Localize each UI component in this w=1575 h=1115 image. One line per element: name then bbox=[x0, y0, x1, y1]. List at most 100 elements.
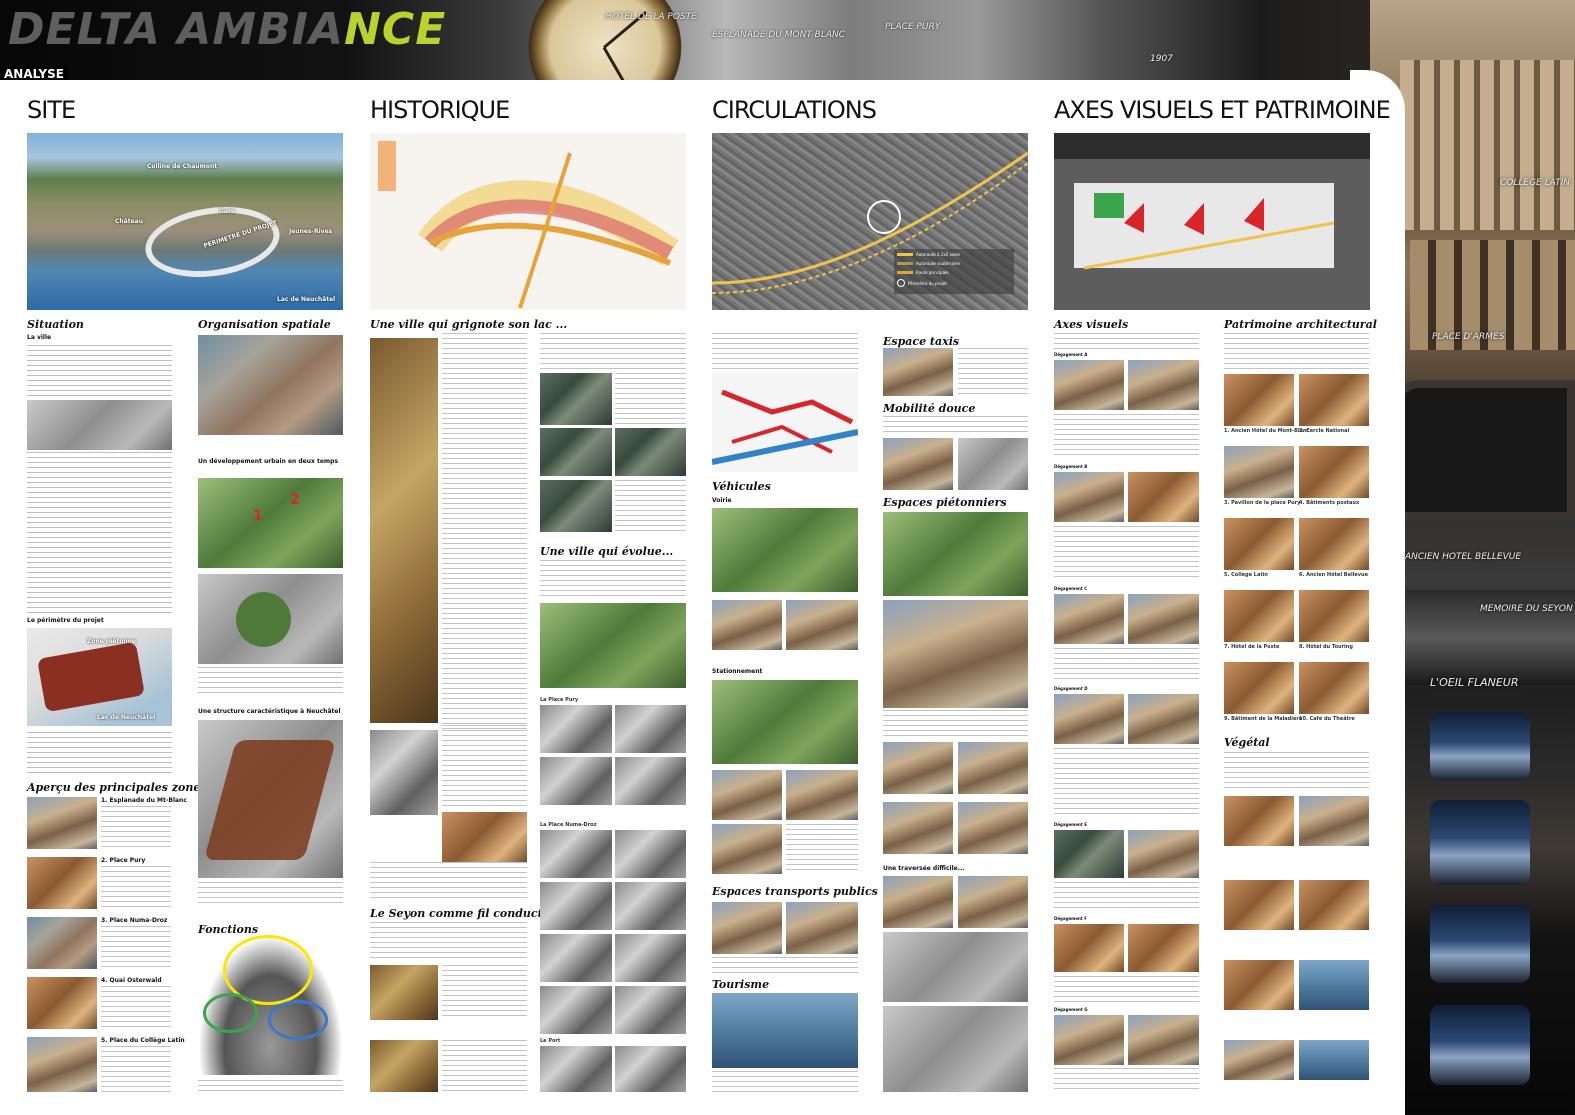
historic-photo bbox=[442, 812, 527, 862]
header-banner: DELTA AMBIANCE HOTEL DE LA POSTE ESPLANA… bbox=[0, 0, 1575, 80]
text-block bbox=[442, 965, 527, 1020]
history-photo bbox=[615, 428, 686, 476]
old-photo bbox=[615, 882, 686, 930]
building-photo bbox=[1299, 590, 1369, 642]
fonctions-diagram bbox=[198, 935, 343, 1075]
lake-photo bbox=[1430, 800, 1530, 885]
banner-label: PLACE PURY bbox=[885, 22, 941, 32]
pietons-photo bbox=[883, 600, 1028, 708]
text-block bbox=[101, 1046, 171, 1092]
vegetation-photo bbox=[1224, 880, 1294, 930]
photo-caption: La Place Pury bbox=[540, 697, 579, 703]
zone-photo bbox=[27, 797, 97, 849]
historical-maps-stack bbox=[370, 338, 438, 723]
pietons-photo bbox=[958, 802, 1028, 854]
text-block bbox=[712, 957, 858, 975]
subtitle-grignote: Une ville qui grignote son lac ... bbox=[370, 318, 568, 331]
subtitle-taxis: Espace taxis bbox=[883, 335, 960, 348]
old-photo bbox=[540, 757, 612, 805]
banner-label: 1907 bbox=[1150, 54, 1173, 64]
lake-photo bbox=[1430, 905, 1530, 983]
degagement-label: Dégagement A bbox=[1054, 352, 1088, 357]
text-block bbox=[1224, 333, 1369, 371]
degagement-photo bbox=[1128, 360, 1199, 410]
pietons-photo bbox=[883, 742, 953, 794]
degagement-photo bbox=[1054, 594, 1124, 644]
subtitle-axes: Axes visuels bbox=[1054, 318, 1129, 331]
subtitle-vegetal: Végétal bbox=[1224, 736, 1270, 749]
old-photo bbox=[540, 705, 612, 753]
history-photo bbox=[540, 373, 612, 425]
subtitle-apercu: Aperçu des principales zones bbox=[27, 781, 207, 794]
text-block bbox=[1054, 526, 1199, 580]
building-photo bbox=[1299, 662, 1369, 714]
circulation-detail-svg bbox=[711, 389, 859, 465]
degagement-label: Dégagement D bbox=[1054, 686, 1088, 691]
text-block bbox=[712, 333, 858, 369]
legend-item: Périmètre du projet bbox=[897, 279, 1011, 287]
traversee-photo bbox=[883, 876, 953, 928]
evolution-map bbox=[540, 603, 686, 688]
traversee-photo bbox=[883, 1006, 1028, 1092]
section-title-historique: HISTORIQUE bbox=[370, 96, 510, 124]
building-photo bbox=[1299, 518, 1369, 570]
old-photo bbox=[615, 830, 686, 878]
site-map-gray bbox=[27, 400, 172, 450]
subtitle-pietons: Espaces piétonniers bbox=[883, 496, 1007, 509]
lake-photo bbox=[1430, 1005, 1530, 1085]
subtitle-situation: Situation bbox=[27, 318, 84, 331]
text-block bbox=[1054, 414, 1199, 459]
degagement-photo bbox=[1128, 924, 1199, 972]
text-block bbox=[1054, 333, 1199, 351]
old-photo bbox=[615, 986, 686, 1034]
building-label: 9. Bâtiment de la Maladière bbox=[1224, 716, 1303, 722]
label-traversee: Une traversée difficile... bbox=[883, 865, 965, 872]
building-label: 1. Ancien Hôtel du Mont-Blanc bbox=[1224, 428, 1310, 434]
vegetation-photo bbox=[1299, 1040, 1369, 1080]
building-label: 3. Pavillon de la place Pury bbox=[1224, 500, 1301, 506]
axes-map bbox=[1054, 133, 1370, 310]
axes-map-svg bbox=[1074, 183, 1335, 270]
pietons-map bbox=[883, 512, 1028, 596]
parking-photo bbox=[712, 770, 782, 820]
banner-label: ESPLANADE DU MONT BLANC bbox=[712, 30, 846, 40]
history-photo bbox=[540, 428, 612, 476]
bike-photo bbox=[958, 438, 1028, 490]
taxi-photo bbox=[883, 348, 953, 396]
vehicle-photo bbox=[712, 600, 782, 650]
history-photo bbox=[540, 480, 612, 532]
label-stationnement: Stationnement bbox=[712, 668, 763, 675]
degagement-photo bbox=[1128, 594, 1199, 644]
strip-caption: COLLEGE LATIN bbox=[1500, 178, 1571, 188]
building-label: 8. Hôtel du Touring bbox=[1299, 644, 1353, 650]
text-block bbox=[442, 725, 527, 810]
building-label: 6. Ancien Hôtel Bellevue bbox=[1299, 572, 1369, 578]
aerial-photo-site: Colline de Chaumont Château Gare Jeunes-… bbox=[27, 133, 343, 310]
subtitle-transports: Espaces transports publics bbox=[712, 885, 878, 898]
degagement-photo bbox=[1054, 472, 1124, 522]
legend-item: Autoroute à 2x2 voies bbox=[897, 252, 1011, 257]
text-block bbox=[1054, 748, 1199, 818]
parking-photo bbox=[786, 770, 858, 820]
text-block bbox=[442, 1040, 527, 1092]
zone-photo bbox=[27, 917, 97, 969]
building-label: 5. Collège Latin bbox=[1224, 572, 1268, 578]
legend-item: Autoroute souterraine bbox=[897, 261, 1011, 266]
text-block bbox=[1054, 1068, 1199, 1092]
transport-photo bbox=[712, 902, 782, 954]
seyon-photo bbox=[370, 965, 438, 1020]
text-block bbox=[101, 806, 171, 848]
circulation-detail-map bbox=[711, 372, 859, 472]
text-block bbox=[198, 667, 343, 695]
zone-label: 1. Esplanade du Mt-Blanc bbox=[101, 797, 187, 804]
zone-photo bbox=[27, 1037, 97, 1092]
text-block bbox=[883, 710, 1028, 740]
text-block bbox=[786, 824, 858, 874]
text-block bbox=[198, 1080, 343, 1092]
section-tag: ANALYSE bbox=[0, 66, 68, 80]
text-block bbox=[540, 333, 686, 369]
voirie-map bbox=[712, 508, 858, 592]
text-block bbox=[27, 345, 172, 400]
old-photo bbox=[540, 830, 612, 878]
historical-map bbox=[370, 133, 686, 310]
